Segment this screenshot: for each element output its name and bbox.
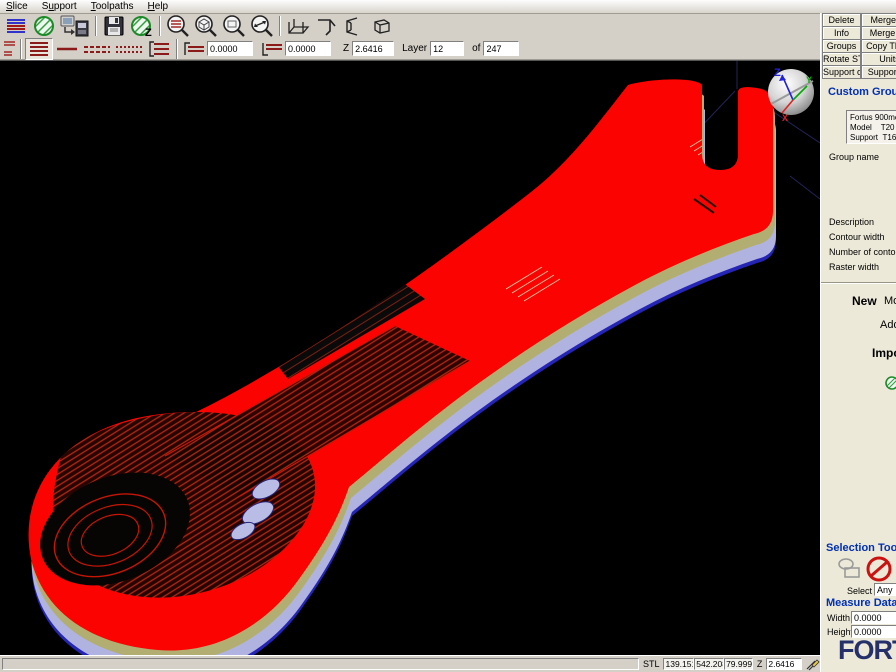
machine-info-box: Fortus 900mc Model T20 tip Support T16 t…	[846, 110, 896, 144]
status-bar: STL 139.151 542.208 79.9996 Z 2.6416	[0, 655, 820, 672]
modify-button[interactable]: Modify	[884, 295, 896, 307]
support-tip-label: Support	[850, 133, 878, 142]
toolbar-separator	[20, 39, 22, 59]
layer-input[interactable]	[430, 41, 464, 56]
layers-stack-icon[interactable]	[25, 38, 53, 60]
slice-layers-icon[interactable]	[2, 15, 30, 37]
dashed-line-icon[interactable]	[81, 38, 113, 60]
dotted-line-icon[interactable]	[113, 38, 145, 60]
support-ops-button[interactable]: Support ops	[822, 65, 861, 79]
width-input[interactable]: 0.0000	[851, 611, 896, 624]
custom-groups-header: Custom Groups	[828, 86, 896, 98]
support-tip-value: T16 tip	[882, 133, 896, 142]
group-name-label: Group name	[829, 152, 879, 162]
view-side-icon[interactable]	[340, 15, 368, 37]
view-bottom-icon[interactable]	[284, 15, 312, 37]
stl-x-field: 139.151	[663, 658, 694, 670]
description-label: Description	[829, 217, 874, 227]
range-end-icon[interactable]	[259, 38, 285, 60]
model-tip-value: T20 tip	[881, 123, 896, 132]
layer-label: Layer	[402, 43, 427, 54]
menu-toolpaths[interactable]: Toolpaths	[91, 1, 134, 12]
layer-toolbar: Z Layer of	[0, 38, 820, 60]
z-label: Z	[343, 43, 349, 54]
delete-button[interactable]: Delete	[822, 13, 861, 27]
insight-application: Slice Support Toolpaths Help	[0, 0, 896, 672]
select-dropdown[interactable]: Any	[874, 583, 896, 596]
menu-support[interactable]: Support	[42, 1, 77, 12]
status-z-label: Z	[757, 659, 763, 669]
view-cube-icon[interactable]	[368, 15, 396, 37]
raster-width-label: Raster width	[829, 262, 879, 272]
number-of-contours-label: Number of contours	[829, 247, 896, 257]
select-shapes-icon[interactable]	[837, 557, 863, 581]
toolbar-separator	[159, 16, 161, 36]
stl-y-field: 542.208	[694, 658, 724, 670]
merge-open-button[interactable]: Merge op	[861, 13, 896, 27]
y-axis-label: Y	[806, 75, 812, 85]
toolbar-separator	[176, 39, 178, 59]
machine-name: Fortus 900mc	[850, 113, 896, 123]
panel-divider	[821, 282, 896, 284]
toolbar-separator	[279, 16, 281, 36]
zoom-layers-icon[interactable]	[164, 15, 192, 37]
add-button[interactable]: Add	[880, 319, 896, 331]
right-panel: Delete Merge op Info Merge clo Groups Co…	[820, 13, 896, 672]
select-label: Select	[847, 586, 872, 596]
send-to-printer-icon[interactable]	[58, 15, 92, 37]
stl-label: STL	[643, 659, 660, 669]
z-axis-label: Z	[774, 67, 781, 79]
z-input[interactable]	[352, 41, 394, 56]
rotate-stl-button[interactable]: Rotate STL	[822, 52, 861, 66]
deselect-icon[interactable]	[865, 555, 893, 583]
status-message-field	[2, 658, 639, 670]
of-label: of	[472, 43, 480, 54]
menu-help[interactable]: Help	[148, 1, 169, 12]
view-iso-icon[interactable]	[312, 15, 340, 37]
import-green-icon[interactable]	[885, 376, 896, 390]
layer-total-input[interactable]	[483, 41, 519, 56]
groups-button[interactable]: Groups	[822, 39, 861, 53]
bracket-layers-icon[interactable]	[145, 38, 173, 60]
x-axis-label: X	[782, 113, 788, 123]
solid-line-icon[interactable]	[53, 38, 81, 60]
toolpath-small-icon[interactable]	[1, 38, 17, 60]
layer-z-field: 2.6416	[766, 658, 802, 670]
merge-closed-button[interactable]: Merge clo	[861, 26, 896, 40]
selection-tools-header: Selection Tools	[826, 542, 896, 554]
menu-bar: Slice Support Toolpaths Help	[0, 0, 896, 14]
range-start-input[interactable]	[207, 41, 253, 56]
menu-slice[interactable]: Slice	[6, 1, 28, 12]
zoom-out-icon[interactable]	[220, 15, 248, 37]
svg-text:Z: Z	[145, 27, 152, 37]
stl-z-field: 79.9996	[724, 658, 753, 670]
zoom-extents-icon[interactable]	[248, 15, 276, 37]
new-button[interactable]: New	[852, 294, 877, 308]
viewport-3d[interactable]: Z Y X	[0, 60, 820, 655]
units-button[interactable]: Units	[861, 52, 896, 66]
main-toolbar: Z	[0, 14, 820, 38]
slice-part-icon[interactable]	[30, 15, 58, 37]
fortus-logo: FORTUS	[838, 635, 896, 666]
measure-tool-icon[interactable]	[806, 658, 820, 671]
support-values-button[interactable]: Support va	[861, 65, 896, 79]
model-canvas: Z Y X	[0, 61, 820, 656]
range-end-input[interactable]	[285, 41, 331, 56]
toolbar-separator	[95, 16, 97, 36]
measure-data-header: Measure Data	[826, 597, 896, 609]
save-icon[interactable]	[100, 15, 128, 37]
copy-through-button[interactable]: Copy Throu	[861, 39, 896, 53]
import-button[interactable]: Import	[872, 346, 896, 360]
info-button[interactable]: Info	[822, 26, 861, 40]
slice-z-icon[interactable]: Z	[128, 15, 156, 37]
range-start-icon[interactable]	[181, 38, 207, 60]
width-label: Width	[827, 613, 850, 623]
contour-width-label: Contour width	[829, 232, 885, 242]
zoom-cube-icon[interactable]	[192, 15, 220, 37]
model-tip-label: Model	[850, 123, 872, 132]
